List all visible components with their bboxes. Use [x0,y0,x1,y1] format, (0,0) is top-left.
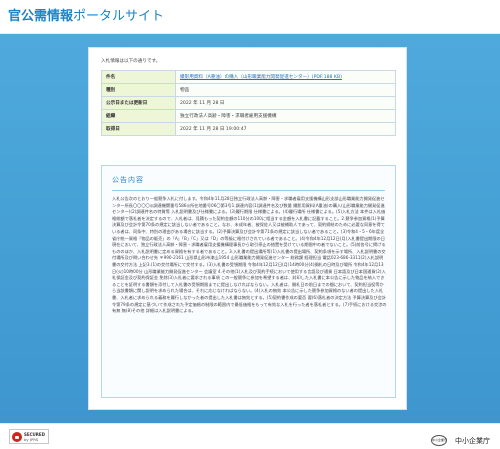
notice-divider [112,190,385,191]
site-title-bold: 官公需情報 [8,9,74,24]
agency-name: 中小企業庁 [455,436,490,445]
intro-text: 入札情報は以下の通りです。 [101,59,161,64]
notice-panel: 公告内容 入札公告次のとおり一般競争入札に付します。令和4年11月28日独立行政… [101,165,396,398]
row-label-retrieved: 取得日 [101,122,176,136]
table-row: 件名 撮影用資料（A重油）の購入（山形職業能力開発促進センター）(PDF:188… [101,70,396,84]
table-row: 種別 物品 [101,83,396,97]
site-header: 官公需情報ポータルサイト [0,0,500,34]
secured-provider: by JPRS [24,437,39,442]
table-row: 組織 独立行政法人高齢・障害・求職者雇用支援機構 [101,109,396,123]
secured-by-jprs-badge[interactable]: SECURED by JPRS [9,429,49,444]
bid-detail-card: 入札情報は以下の通りです。 件名 撮影用資料（A重油）の購入（山形職業能力開発促… [88,47,407,410]
subject-pdf-link[interactable]: 撮影用資料（A重油）の購入（山形職業能力開発促進センター）(PDF:188 KB… [180,75,342,80]
row-value-date: 2022 年 11 月 28 日 [175,96,396,110]
agency-logo[interactable]: 中小企業庁 中小企業庁 [430,430,490,446]
site-footer: SECURED by JPRS 中小企業庁 中小企業庁 [0,423,500,449]
bid-info-table: 件名 撮影用資料（A重油）の購入（山形職業能力開発促進センター）(PDF:188… [101,70,396,136]
notice-title: 公告内容 [112,176,144,184]
agency-emblem-icon: 中小企業庁 [430,435,447,446]
lock-icon [12,432,22,442]
row-value-retrieved: 2022 年 11 月 28 日 19:00:47 [175,122,396,136]
row-value-type: 物品 [175,83,396,97]
table-row: 取得日 2022 年 11 月 28 日 19:00:47 [101,122,396,136]
row-label-organization: 組織 [101,109,176,123]
row-label-subject: 件名 [101,70,176,84]
table-row: 公示日または更新日 2022 年 11 月 28 日 [101,96,396,110]
site-title-light: ポータルサイト [73,9,165,24]
site-title[interactable]: 官公需情報ポータルサイト [8,9,164,25]
row-label-type: 種別 [101,83,176,97]
notice-body: 入札公告次のとおり一般競争入札に付します。令和4年11月28日独立行政法人高齢・… [112,196,387,314]
row-label-date: 公示日または更新日 [101,96,176,110]
row-value-organization: 独立行政法人高齢・障害・求職者雇用支援機構 [175,109,396,123]
